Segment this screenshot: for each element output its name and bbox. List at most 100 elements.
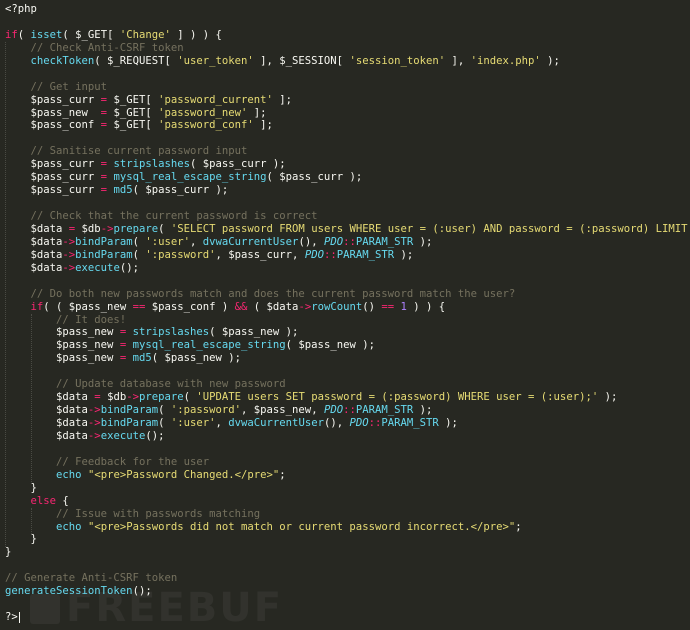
code-token-fn: stripslashes (113, 158, 190, 171)
code-token-fn: PARAM_STR (355, 235, 414, 248)
code-line: $pass_new = $_GET[ 'password_new' ]; (5, 107, 690, 120)
code-token-fn: bindParam (75, 248, 133, 261)
indent-guide (30, 313, 32, 483)
code-line: } (5, 482, 690, 495)
code-token-cm: // Issue with passwords matching (56, 507, 261, 520)
code-line: $data->bindParam( ':user', dvwaCurrentUs… (5, 236, 690, 249)
code-token-plain: $_GET[ (107, 106, 159, 119)
code-token-plain: ]; (253, 119, 273, 132)
code-token-str: 'Change' (119, 28, 171, 41)
code-token-plain: $pass_curr (5, 158, 101, 171)
code-token-cls: PDO (323, 404, 344, 417)
code-token-fn: execute (75, 261, 120, 274)
code-line: generateSessionToken(); (5, 585, 690, 598)
code-token-plain: , (190, 235, 203, 248)
code-token-plain: ( (183, 391, 197, 404)
code-token-op: == (381, 300, 395, 313)
code-line: $data->bindParam( ':user', dvwaCurrentUs… (5, 417, 690, 430)
code-token-cm: // Get input (30, 80, 108, 93)
code-area[interactable]: <?php if( isset( $_GET[ 'Change' ] ) ) {… (5, 3, 690, 624)
code-token-plain: , $pass_new, (241, 404, 324, 417)
code-token-plain: $db (75, 222, 101, 235)
code-token-plain: $data (5, 248, 63, 261)
code-token-plain: $data (5, 429, 88, 442)
code-token-op: -> (62, 248, 76, 261)
code-token-str: ':user' (170, 417, 216, 429)
code-token-fn: prepare (113, 222, 159, 235)
code-line: $data->execute(); (5, 262, 690, 275)
code-token-fn: md5 (113, 184, 133, 197)
code-line: $data = $db->prepare( 'SELECT password F… (5, 223, 690, 236)
code-token-fn: PARAM_STR (381, 417, 439, 429)
code-line: if( isset( $_GET[ 'Change' ] ) ) { (5, 29, 690, 42)
code-token-str: 'SELECT password FROM users WHERE user =… (170, 222, 690, 235)
code-token-str: "<pre>Passwords did not match or current… (87, 520, 516, 533)
indent-guide (5, 41, 6, 547)
code-token-op: -> (87, 429, 101, 442)
code-line: $pass_curr = md5( $pass_curr ); (5, 184, 690, 197)
code-token-op: -> (62, 261, 76, 274)
code-token-plain: ); (413, 235, 433, 248)
code-line: $data->execute(); (5, 430, 690, 443)
code-token-plain: $data (5, 417, 88, 429)
code-token-cm: // Check Anti-CSRF token (30, 41, 184, 54)
code-line: // Issue with passwords matching (5, 508, 690, 521)
code-token-cls: PDO (304, 248, 324, 261)
indent-guide (30, 508, 32, 534)
code-line: // It does! (5, 314, 690, 327)
code-token-plain: $pass_new (5, 326, 120, 339)
code-token-plain: ); (394, 248, 414, 261)
code-line: $pass_new = md5( $pass_new ); (5, 352, 690, 365)
code-editor[interactable]: FREEBUF <?php if( isset( $_GET[ 'Change'… (0, 0, 690, 630)
code-token-fn: mysql_real_escape_string (132, 339, 286, 352)
text-cursor (18, 611, 20, 623)
code-token-cm: // Update database with new password (56, 378, 286, 391)
code-token-plain: $pass_curr (5, 93, 101, 106)
code-token-str: 'index.php' (470, 54, 541, 67)
code-token-str: "<pre>Password Changed.</pre>" (87, 468, 280, 481)
code-token-plain: } (5, 533, 37, 546)
code-token-plain: ( (132, 248, 146, 261)
code-token-str: ':password' (145, 248, 216, 261)
code-token-fn: md5 (132, 352, 152, 365)
code-token-plain: ( $pass_curr ); (190, 158, 286, 171)
code-token-op: -> (62, 235, 76, 248)
code-token-plain: $pass_new (5, 106, 101, 119)
code-line: $pass_curr = stripslashes( $pass_curr ); (5, 158, 690, 171)
code-token-plain: $_GET[ (107, 119, 159, 132)
code-token-str: 'user_token' (177, 54, 254, 67)
code-token-plain: $pass_conf (5, 119, 101, 132)
code-token-plain: $data (5, 235, 63, 248)
code-token-kw: if (5, 28, 18, 41)
code-token-plain: $pass_curr (5, 184, 101, 197)
code-token-op: :: (323, 248, 337, 261)
code-token-kw: else (30, 494, 57, 507)
code-token-kw: if (30, 300, 44, 313)
code-token-plain: $data (5, 391, 95, 404)
code-line: // Check Anti-CSRF token (5, 42, 690, 55)
code-token-cm: // Feedback for the user (56, 455, 210, 468)
code-token-plain: ( (132, 235, 146, 248)
code-token-plain: (); (119, 261, 139, 274)
code-token-plain: (), (298, 235, 324, 248)
code-token-op: -> (87, 404, 101, 417)
code-line: // Check that the current password is co… (5, 210, 690, 223)
code-token-plain: $pass_new (5, 339, 120, 352)
code-line: if( ( $pass_new == $pass_conf ) && ( $da… (5, 301, 690, 314)
code-token-fn: bindParam (100, 404, 159, 417)
code-token-op: :: (343, 235, 356, 248)
code-line: // Get input (5, 81, 690, 94)
code-token-fn: dvwaCurrentUser (228, 417, 324, 429)
code-line: echo "<pre>Password Changed.</pre>"; (5, 469, 690, 482)
code-token-str: 'UPDATE users SET password = (:password)… (196, 391, 599, 404)
code-token-cm: // It does! (56, 313, 127, 326)
code-token-plain: ( ( $pass_new (43, 300, 133, 313)
